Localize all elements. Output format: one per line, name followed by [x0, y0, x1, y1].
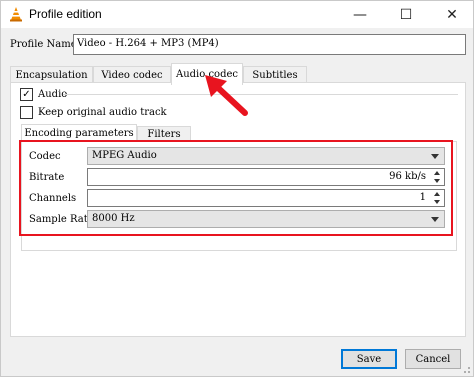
- maximize-button[interactable]: ☐: [383, 1, 429, 28]
- vlc-cone-icon: [8, 6, 24, 22]
- profile-name-label: Profile Name: [10, 39, 77, 50]
- save-button[interactable]: Save: [341, 349, 397, 369]
- window-title: Profile edition: [29, 7, 102, 21]
- button-bar: [1, 346, 473, 376]
- channels-stepper[interactable]: [431, 191, 443, 205]
- profile-edition-window: Profile edition — ☐ ✕ Profile Name Video…: [0, 0, 474, 377]
- channels-value: 1: [419, 192, 426, 203]
- bitrate-stepper[interactable]: [431, 170, 443, 184]
- sample-rate-label: Sample Rate: [29, 214, 94, 225]
- keep-original-label: Keep original audio track: [38, 107, 167, 118]
- chevron-down-icon: [431, 217, 439, 222]
- sample-rate-value: 8000 Hz: [92, 213, 135, 224]
- subtab-filters[interactable]: Filters: [137, 126, 191, 142]
- profile-name-input[interactable]: Video - H.264 + MP3 (MP4): [73, 34, 466, 55]
- codec-select[interactable]: MPEG Audio: [87, 147, 445, 165]
- group-divider: [63, 94, 458, 95]
- bitrate-value: 96 kb/s: [389, 171, 426, 182]
- red-arrow-icon: [201, 73, 249, 120]
- subtab-encoding-parameters[interactable]: Encoding parameters: [21, 124, 137, 142]
- sample-rate-select[interactable]: 8000 Hz: [87, 210, 445, 228]
- audio-checkbox[interactable]: ✓: [20, 88, 33, 101]
- resize-grip-icon[interactable]: [461, 364, 471, 374]
- spin-down-icon[interactable]: [434, 179, 440, 183]
- codec-label: Codec: [29, 151, 61, 162]
- spin-down-icon[interactable]: [434, 200, 440, 204]
- bitrate-spinbox[interactable]: 96 kb/s: [87, 168, 445, 186]
- cancel-button[interactable]: Cancel: [405, 349, 461, 369]
- close-button[interactable]: ✕: [429, 1, 474, 28]
- chevron-down-icon: [431, 154, 439, 159]
- minimize-button[interactable]: —: [337, 1, 383, 28]
- title-bar: Profile edition — ☐ ✕: [1, 1, 473, 28]
- channels-label: Channels: [29, 193, 77, 204]
- bitrate-label: Bitrate: [29, 172, 65, 183]
- audio-checkbox-row[interactable]: ✓ Audio: [20, 88, 67, 101]
- keep-original-checkbox[interactable]: [20, 106, 33, 119]
- keep-original-row[interactable]: Keep original audio track: [20, 106, 167, 119]
- spin-up-icon[interactable]: [434, 192, 440, 196]
- spin-up-icon[interactable]: [434, 171, 440, 175]
- codec-value: MPEG Audio: [92, 150, 157, 161]
- channels-spinbox[interactable]: 1: [87, 189, 445, 207]
